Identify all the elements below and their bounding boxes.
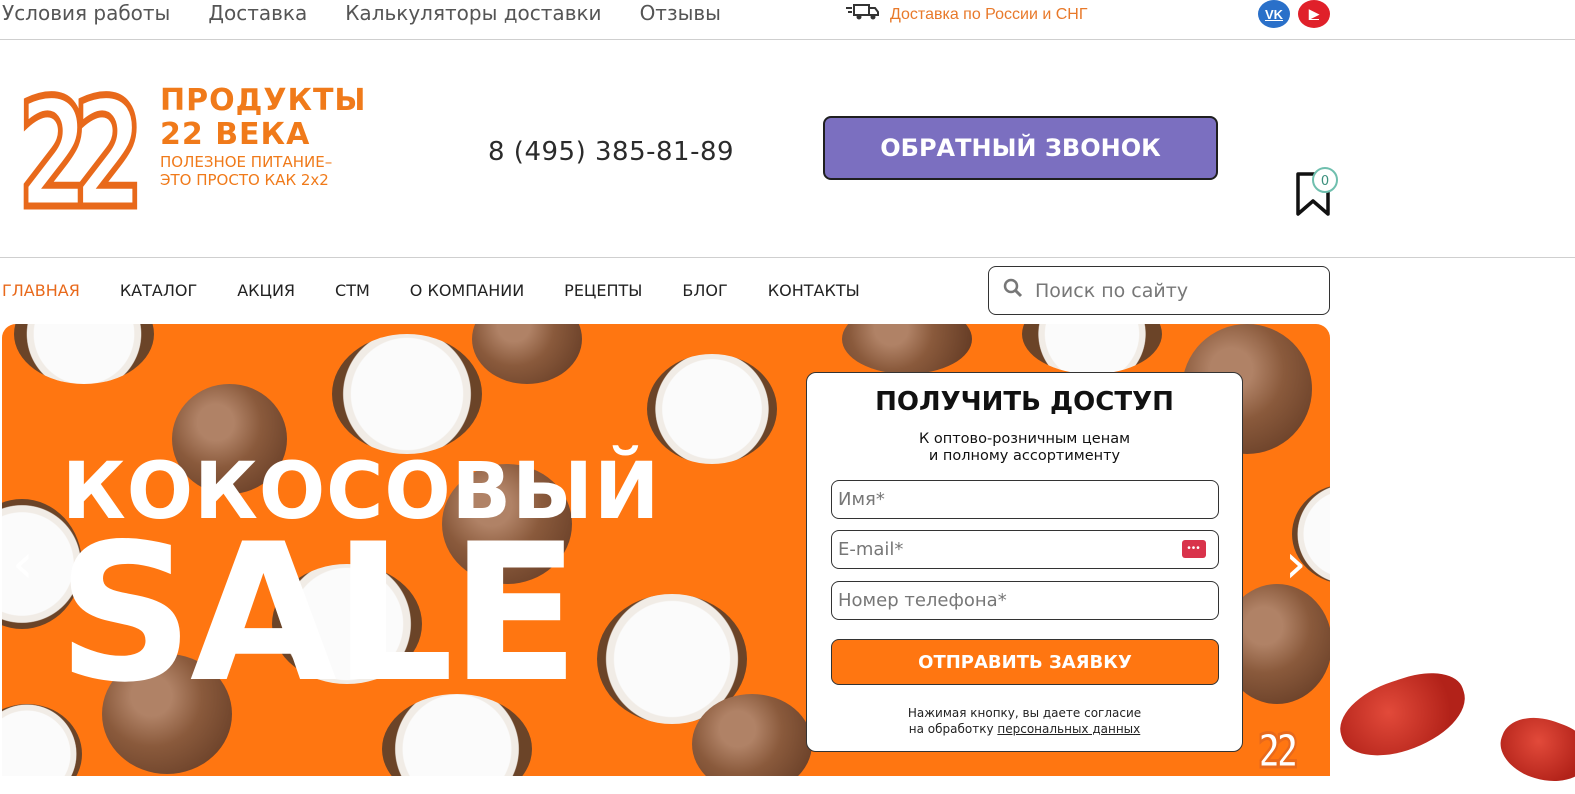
logo-slogan-line-2: ЭТО ПРОСТО КАК 2x2 — [160, 171, 329, 189]
youtube-icon[interactable]: ▶ — [1298, 0, 1330, 28]
email-field[interactable] — [832, 531, 1164, 568]
truck-icon — [846, 2, 880, 27]
form-title: ПОЛУЧИТЬ ДОСТУП — [875, 387, 1174, 417]
logo-title: ПРОДУКТЫ 22 ВЕКА — [160, 84, 367, 152]
nav-private-label[interactable]: СТМ — [335, 278, 370, 304]
access-form: ПОЛУЧИТЬ ДОСТУП К оптово-розничным ценам… — [806, 372, 1243, 752]
name-field[interactable] — [832, 481, 1164, 518]
coconut-image — [647, 354, 777, 464]
callback-button[interactable]: ОБРАТНЫЙ ЗВОНОК — [823, 116, 1218, 180]
nav-blog[interactable]: БЛОГ — [682, 278, 727, 304]
nav-home[interactable]: ГЛАВНАЯ — [2, 278, 80, 304]
email-field-wrap: ••• — [831, 530, 1219, 569]
top-nav: Условия работы Доставка Калькуляторы дос… — [2, 0, 721, 26]
search-icon[interactable] — [1003, 278, 1023, 303]
coconut-image — [842, 324, 972, 374]
search-box — [988, 266, 1330, 315]
main-nav: ГЛАВНАЯ КАТАЛОГ АКЦИЯ СТМ О КОМПАНИИ РЕЦ… — [2, 278, 860, 304]
carousel-prev-icon[interactable]: ‹ — [12, 537, 34, 591]
vk-icon[interactable]: VK — [1258, 0, 1290, 28]
logo-title-line-1: ПРОДУКТЫ — [160, 83, 367, 118]
logo-slogan-line-1: ПОЛЕЗНОЕ ПИТАНИЕ– — [160, 153, 333, 171]
delivery-info: Доставка по России и СНГ — [846, 2, 1088, 27]
carousel-next-icon[interactable]: › — [1285, 537, 1307, 591]
nav-catalog[interactable]: КАТАЛОГ — [120, 278, 197, 304]
goji-berry-image — [1492, 706, 1575, 794]
personal-data-link[interactable]: персональных данных — [997, 722, 1140, 736]
consent-line-1: Нажимая кнопку, вы даете согласие — [907, 706, 1142, 720]
logo-slogan: ПОЛЕЗНОЕ ПИТАНИЕ– ЭТО ПРОСТО КАК 2x2 — [160, 153, 332, 189]
phone-number[interactable]: 8 (495) 385-81-89 — [488, 137, 734, 167]
nav-recipes[interactable]: РЕЦЕПТЫ — [564, 278, 642, 304]
bookmark-icon: 0 — [1296, 167, 1338, 216]
goji-berry-image — [1330, 661, 1476, 769]
nav-promo[interactable]: АКЦИЯ — [237, 278, 295, 304]
consent-line-2: на обработку — [908, 722, 994, 736]
top-nav-calculators[interactable]: Калькуляторы доставки — [345, 0, 601, 26]
banner-corner-logo: 22 — [1257, 724, 1300, 778]
top-bar: Условия работы Доставка Калькуляторы дос… — [0, 0, 1575, 40]
submit-button[interactable]: ОТПРАВИТЬ ЗАЯВКУ — [831, 639, 1219, 685]
logo-title-line-2: 22 ВЕКА — [160, 117, 311, 152]
coconut-image — [472, 324, 582, 384]
top-nav-delivery[interactable]: Доставка — [208, 0, 307, 26]
search-input[interactable] — [1033, 278, 1317, 303]
form-subtitle: К оптово-розничным ценам и полному ассор… — [807, 431, 1242, 465]
form-subtitle-line-1: К оптово-розничным ценам — [918, 431, 1131, 447]
password-manager-icon[interactable]: ••• — [1182, 540, 1206, 558]
coconut-image — [1022, 324, 1162, 374]
delivery-text: Доставка по России и СНГ — [890, 5, 1088, 23]
phone-field[interactable] — [832, 582, 1164, 619]
header: 22 ПРОДУКТЫ 22 ВЕКА ПОЛЕЗНОЕ ПИТАНИЕ– ЭТ… — [0, 40, 1575, 258]
top-nav-reviews[interactable]: Отзывы — [640, 0, 721, 26]
consent-text: Нажимая кнопку, вы даете согласие на обр… — [807, 705, 1242, 737]
banner-sale: SALE — [57, 503, 580, 724]
logo-number: 22 — [16, 68, 146, 242]
coconut-image — [332, 334, 482, 454]
favorites-count: 0 — [1321, 174, 1329, 189]
nav-about[interactable]: О КОМПАНИИ — [410, 278, 524, 304]
phone-field-wrap — [831, 581, 1219, 620]
nav-contacts[interactable]: КОНТАКТЫ — [768, 278, 860, 304]
form-subtitle-line-2: и полному ассортименту — [928, 448, 1121, 464]
name-field-wrap — [831, 480, 1219, 519]
coconut-image — [14, 324, 154, 384]
top-nav-terms[interactable]: Условия работы — [2, 0, 170, 26]
favorites-button[interactable]: 0 — [1294, 166, 1342, 223]
